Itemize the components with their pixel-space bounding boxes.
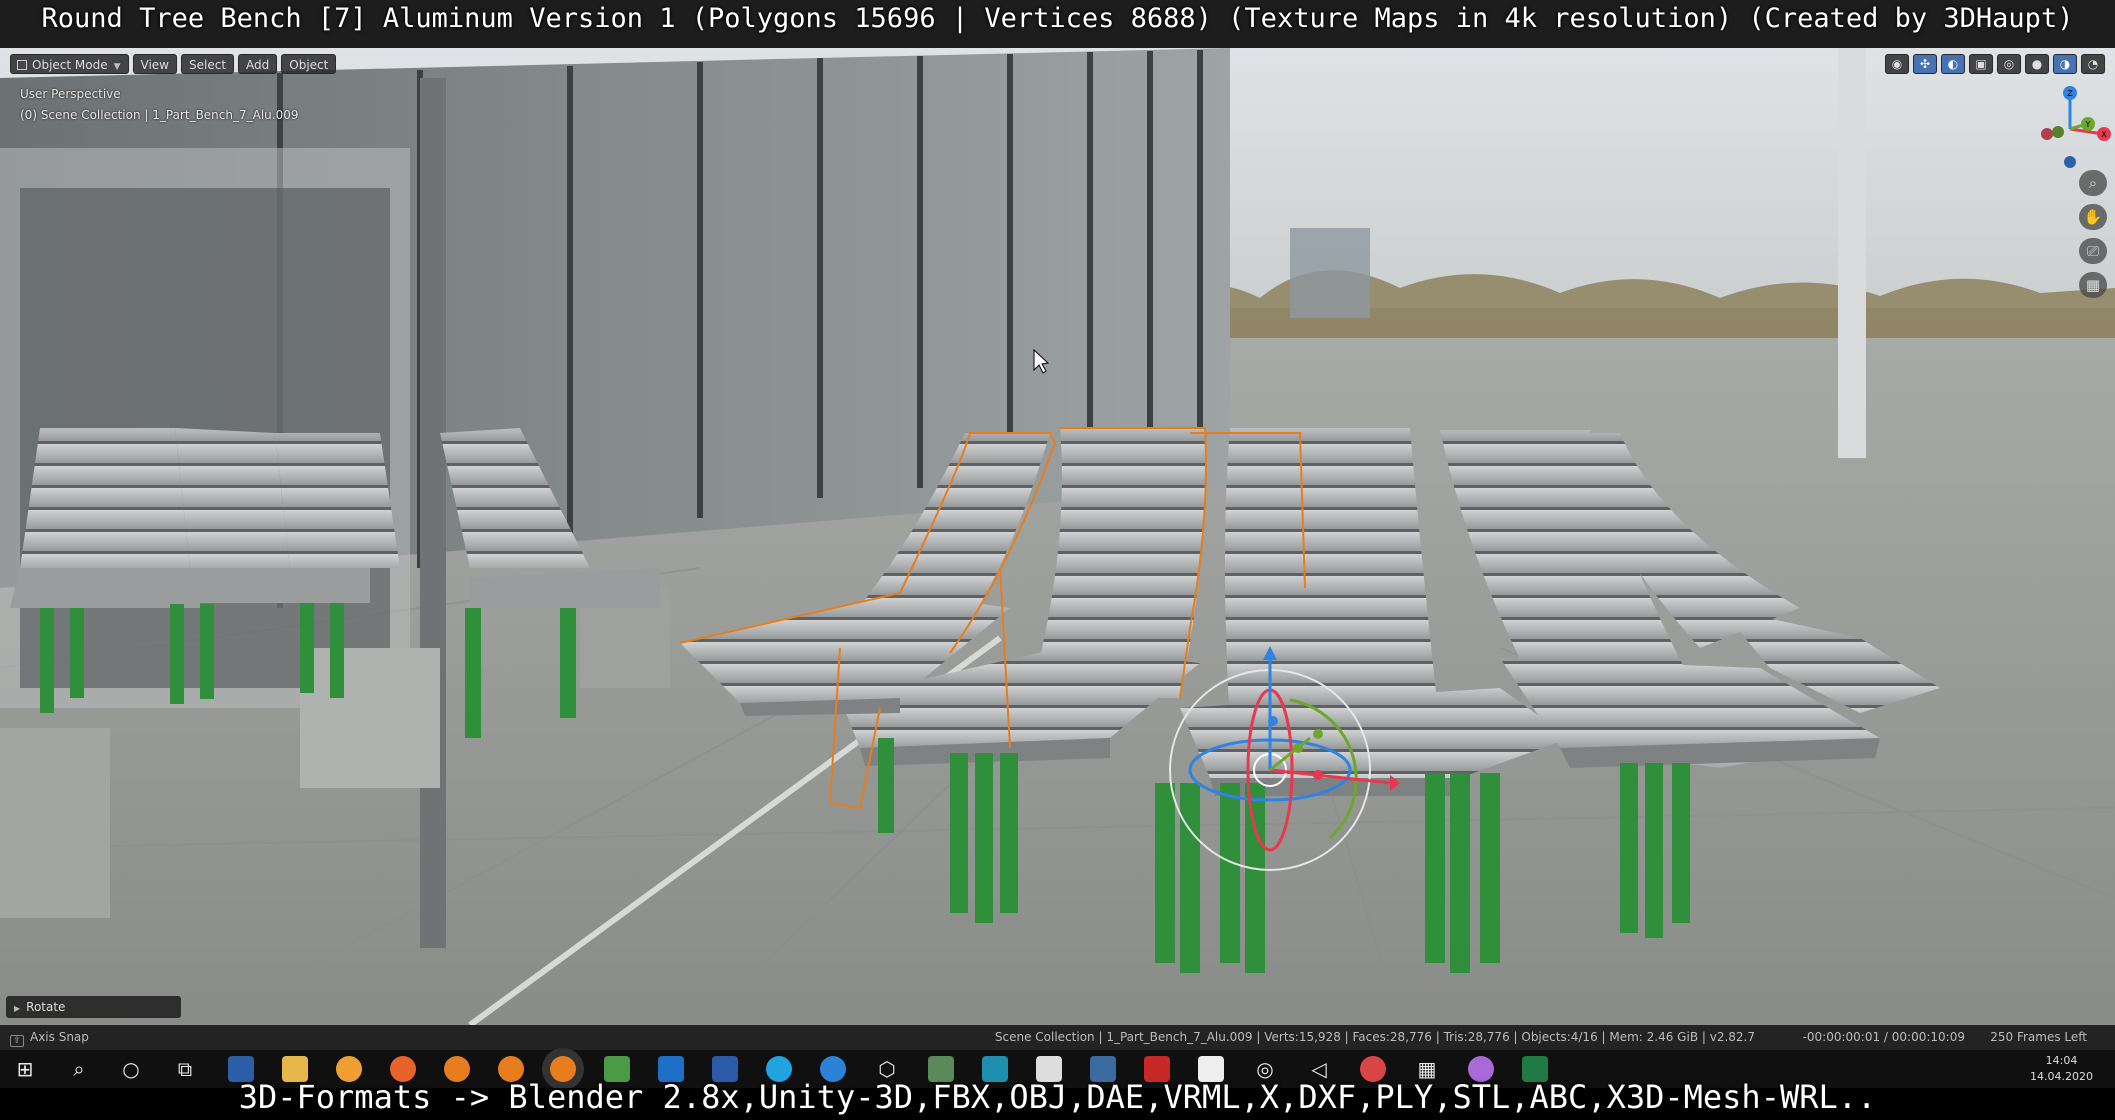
status-hint-label: Axis Snap [30, 1030, 89, 1044]
collection-label: (0) Scene Collection | 1_Part_Bench_7_Al… [20, 108, 299, 122]
chevron-down-icon: ▼ [113, 62, 121, 72]
perspective-label: User Perspective [20, 87, 121, 101]
last-operator-panel[interactable]: ▶ Rotate [6, 996, 181, 1018]
scene-statistics: Scene Collection | 1_Part_Bench_7_Alu.00… [994, 1030, 1755, 1044]
menu-view[interactable]: View [132, 54, 177, 74]
wireframe-shading-icon[interactable]: ◎ [1997, 54, 2021, 74]
navigation-gizmo[interactable]: Z X Y [2025, 84, 2115, 174]
mouse-key-icon: ⇧ [10, 1035, 24, 1047]
video-caption-top: Round Tree Bench [7] Aluminum Version 1 … [41, 3, 2074, 34]
view-info-overlay: User Perspective (0) Scene Collection | … [20, 84, 299, 126]
rendered-shading-icon[interactable]: ◔ [2081, 54, 2105, 74]
gizmo-x-label: X [2101, 130, 2107, 139]
menu-select[interactable]: Select [181, 54, 235, 74]
pan-hand-icon[interactable]: ✋ [2079, 204, 2107, 230]
viewport-header: Object Mode ▼ View Select Add Object [10, 54, 337, 74]
menu-add[interactable]: Add [238, 54, 278, 74]
clock-time: 14:04 [2045, 1054, 2078, 1067]
grid-perspective-icon[interactable]: ▦ [2079, 272, 2107, 298]
frames-left: 250 Frames Left [1990, 1030, 2087, 1044]
visibility-icon[interactable]: ◉ [1885, 54, 1909, 74]
material-shading-icon[interactable]: ◑ [2053, 54, 2077, 74]
last-operator-label: Rotate [26, 1000, 66, 1014]
menu-object[interactable]: Object [281, 54, 337, 74]
expand-triangle-icon: ▶ [14, 1004, 21, 1013]
camera-icon[interactable]: ⎚ [2079, 238, 2107, 264]
3d-viewport[interactable]: Object Mode ▼ View Select Add Object User… [0, 48, 2115, 1025]
mode-label: Object Mode [32, 58, 108, 72]
status-hint: ⇧ Axis Snap [10, 1025, 89, 1050]
gizmo-neg-z-ball[interactable] [2064, 156, 2076, 168]
status-bar: ⇧ Axis Snap Scene Collection | 1_Part_Ben… [0, 1025, 2115, 1050]
solid-shading-icon[interactable]: ● [2025, 54, 2049, 74]
viewport-shading-tools: ◉ ✣ ◐ ▣ ◎ ● ◑ ◔ [1885, 54, 2105, 74]
gizmo-toggle-icon[interactable]: ✣ [1913, 54, 1937, 74]
video-caption-bottom: 3D-Formats -> Blender 2.8x,Unity-3D,FBX,… [238, 1078, 1877, 1116]
gizmo-neg-y-ball[interactable] [2052, 126, 2064, 138]
timecode: -00:00:00:01 / 00:00:10:09 [1802, 1030, 1965, 1044]
viewport-navigation-buttons: ⌕ ✋ ⎚ ▦ [2079, 170, 2107, 298]
gizmo-z-label: Z [2067, 89, 2073, 98]
gizmo-neg-x-ball[interactable] [2041, 128, 2053, 140]
xray-icon[interactable]: ▣ [1969, 54, 1993, 74]
mode-dropdown[interactable]: Object Mode ▼ [10, 54, 129, 74]
gizmo-y-label: Y [2085, 120, 2091, 129]
scene-render [0, 48, 2115, 1025]
zoom-icon[interactable]: ⌕ [2079, 170, 2107, 196]
overlay-toggle-icon[interactable]: ◐ [1941, 54, 1965, 74]
object-mode-icon [17, 60, 27, 70]
